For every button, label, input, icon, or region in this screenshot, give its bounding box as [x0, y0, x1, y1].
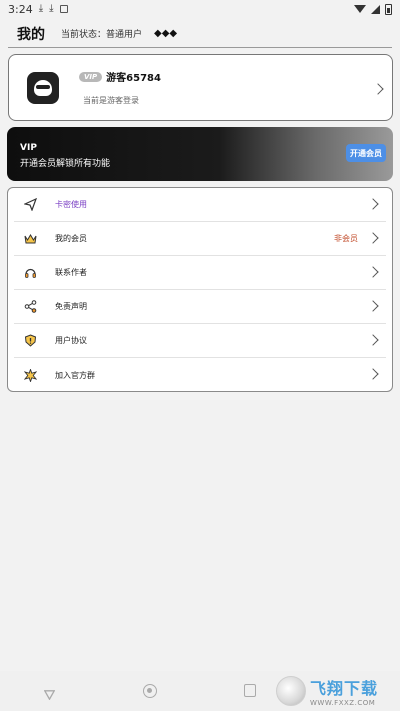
signal-icon: [371, 4, 380, 14]
open-vip-button[interactable]: 开通会员: [346, 144, 386, 162]
menu-item-disclaimer[interactable]: 免责声明: [14, 290, 386, 324]
vip-label: VIP: [20, 143, 37, 153]
vip-banner: VIP 开通会员解锁所有功能 开通会员: [7, 127, 393, 181]
download-icon-2: ⤓: [49, 3, 54, 14]
profile-card[interactable]: VIP 游客65784 当前是游客登录: [8, 54, 393, 121]
watermark-logo: 飞翔下载 WWW.FXXZ.COM: [276, 675, 392, 707]
status-bar: 3:24 ⤓ ⤓: [0, 0, 400, 18]
settings-menu: 卡密使用 我的会员 非会员 联系作者 免责声明 用户协议 加入官方群: [7, 187, 393, 392]
group-spark-icon: [23, 368, 37, 382]
menu-item-card-code[interactable]: 卡密使用: [14, 188, 386, 222]
chevron-right-icon: [367, 368, 379, 380]
avatar: [27, 71, 59, 104]
menu-label: 用户协议: [55, 336, 87, 345]
back-icon[interactable]: [43, 685, 56, 701]
warning-shield-icon: [23, 334, 37, 348]
wifi-icon: [354, 5, 366, 13]
membership-status-badge: 非会员: [334, 234, 358, 243]
chevron-right-icon: [367, 232, 379, 244]
watermark-title: 飞翔下载: [310, 679, 379, 698]
page-header: 我的 当前状态：普通用户 ◆◆◆: [8, 20, 392, 48]
menu-item-contact-author[interactable]: 联系作者: [14, 256, 386, 290]
user-status-text: 当前状态：普通用户: [61, 30, 143, 40]
menu-label: 联系作者: [55, 268, 87, 277]
share-icon: [23, 300, 37, 314]
watermark-url: WWW.FXXZ.COM: [310, 699, 376, 707]
clock: 3:24: [8, 2, 33, 16]
chevron-right-icon: [367, 300, 379, 312]
menu-item-user-agreement[interactable]: 用户协议: [14, 324, 386, 358]
vip-description: 开通会员解锁所有功能: [20, 159, 111, 169]
chevron-right-icon: [372, 83, 384, 95]
menu-item-join-group[interactable]: 加入官方群: [14, 358, 386, 392]
menu-label: 卡密使用: [55, 200, 87, 209]
battery-icon: [385, 3, 392, 15]
crown-icon: [23, 232, 37, 246]
menu-label: 免责声明: [55, 302, 87, 311]
username: 游客65784: [106, 73, 161, 84]
chevron-right-icon: [367, 334, 379, 346]
diamond-rating: ◆◆◆: [154, 28, 178, 39]
paper-plane-icon: [23, 198, 37, 212]
watermark-emblem: [276, 676, 306, 706]
chevron-right-icon: [367, 266, 379, 278]
home-icon[interactable]: [143, 684, 157, 698]
helmet-icon: [34, 79, 52, 96]
recent-apps-icon[interactable]: [244, 684, 256, 697]
headset-icon: [23, 266, 37, 280]
menu-label: 加入官方群: [55, 370, 95, 380]
menu-item-my-membership[interactable]: 我的会员 非会员: [14, 222, 386, 256]
page-title: 我的: [17, 26, 45, 43]
download-icon: ⤓: [38, 3, 44, 14]
menu-label: 我的会员: [55, 234, 87, 243]
notification-icon: [59, 5, 68, 13]
chevron-right-icon: [367, 198, 379, 210]
vip-tag: VIP: [79, 71, 103, 82]
login-hint: 当前是游客登录: [83, 96, 139, 105]
system-nav-bar: 飞翔下载 WWW.FXXZ.COM: [0, 671, 400, 711]
